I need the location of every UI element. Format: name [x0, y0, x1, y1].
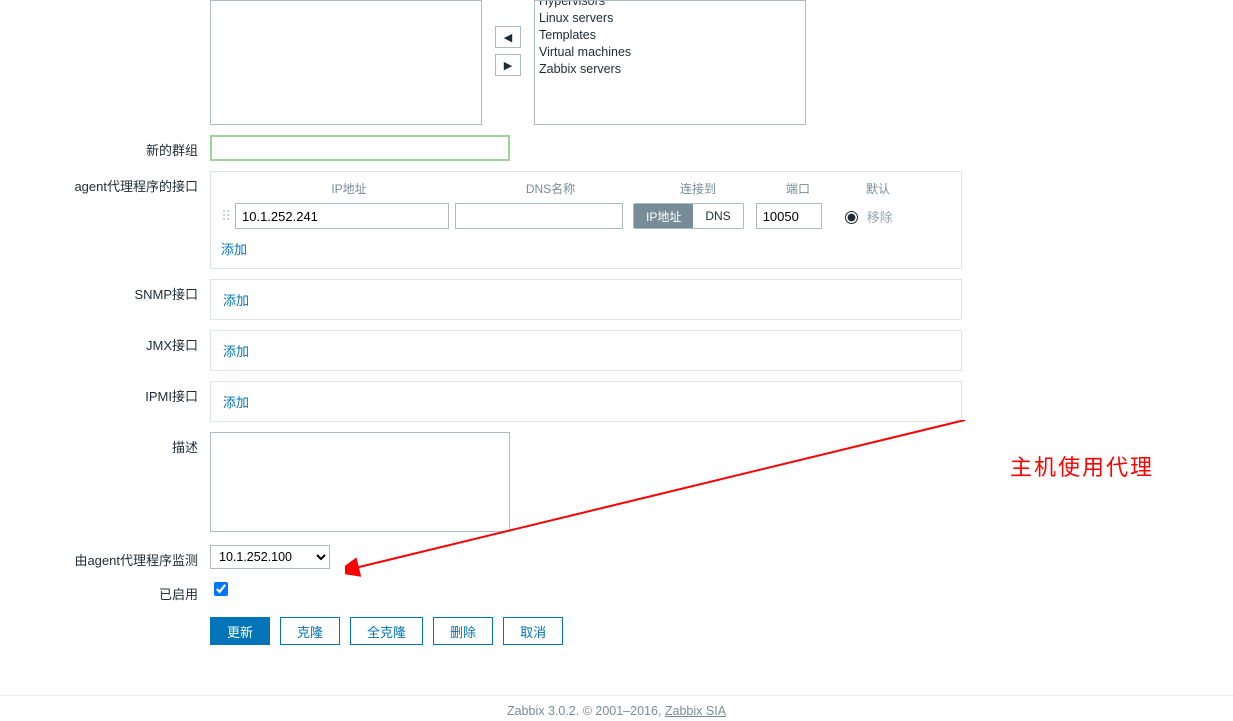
iface-header-conn: 连接到	[638, 180, 758, 197]
footer: Zabbix 3.0.2. © 2001–2016, Zabbix SIA	[0, 695, 1233, 718]
ipmi-interface-add-link[interactable]: 添加	[223, 395, 249, 410]
interface-ip-input[interactable]	[235, 203, 449, 229]
iface-header-port: 端口	[758, 180, 838, 197]
cancel-button[interactable]: 取消	[503, 617, 563, 645]
list-item[interactable]: Virtual machines	[539, 44, 801, 61]
agent-interfaces-label: agent代理程序的接口	[0, 171, 210, 195]
move-left-button[interactable]: ◀	[495, 26, 521, 48]
footer-text: Zabbix 3.0.2. © 2001–2016,	[507, 704, 665, 718]
snmp-interfaces-label: SNMP接口	[0, 279, 210, 303]
groups-label	[0, 0, 210, 5]
interface-remove-link[interactable]: 移除	[867, 207, 893, 226]
jmx-interface-add-link[interactable]: 添加	[223, 344, 249, 359]
action-button-row: 更新 克隆 全克隆 删除 取消	[210, 617, 1233, 645]
description-label: 描述	[0, 432, 210, 456]
enabled-checkbox[interactable]	[214, 582, 228, 596]
new-group-input[interactable]	[210, 135, 510, 161]
new-group-label: 新的群组	[0, 135, 210, 159]
groups-other-listbox[interactable]: Hypervisors Linux servers Templates Virt…	[534, 0, 806, 125]
interface-dns-input[interactable]	[455, 203, 623, 229]
delete-button[interactable]: 删除	[433, 617, 493, 645]
ipmi-interfaces-box: 添加	[210, 381, 962, 422]
proxy-select[interactable]: 10.1.252.100	[210, 545, 330, 569]
interface-port-input[interactable]	[756, 203, 822, 229]
list-item[interactable]: Templates	[539, 27, 801, 44]
agent-interface-add-link[interactable]: 添加	[221, 242, 247, 257]
monitored-by-proxy-label: 由agent代理程序监测	[0, 545, 210, 569]
interface-header-row: IP地址 DNS名称 连接到 端口 默认	[221, 180, 951, 197]
agent-interfaces-box: IP地址 DNS名称 连接到 端口 默认 ⠿ IP地址 DNS 移除	[210, 171, 962, 269]
annotation-text: 主机使用代理	[1010, 450, 1154, 482]
move-right-button[interactable]: ▶	[495, 54, 521, 76]
ipmi-interfaces-label: IPMI接口	[0, 381, 210, 405]
iface-header-ip: IP地址	[235, 180, 463, 197]
connect-to-dns-button[interactable]: DNS	[693, 204, 742, 228]
footer-zabbix-link[interactable]: Zabbix SIA	[665, 704, 726, 718]
drag-handle-icon[interactable]: ⠿	[221, 208, 235, 225]
connect-to-toggle: IP地址 DNS	[633, 203, 744, 229]
full-clone-button[interactable]: 全克隆	[350, 617, 423, 645]
update-button[interactable]: 更新	[210, 617, 270, 645]
iface-header-def: 默认	[838, 180, 918, 197]
list-item[interactable]: Hypervisors	[539, 0, 801, 10]
enabled-label: 已启用	[0, 579, 210, 603]
snmp-interfaces-box: 添加	[210, 279, 962, 320]
jmx-interfaces-label: JMX接口	[0, 330, 210, 354]
clone-button[interactable]: 克隆	[280, 617, 340, 645]
description-textarea[interactable]	[210, 432, 510, 532]
iface-header-dns: DNS名称	[463, 180, 638, 197]
list-item[interactable]: Linux servers	[539, 10, 801, 27]
snmp-interface-add-link[interactable]: 添加	[223, 293, 249, 308]
triangle-right-icon: ▶	[504, 59, 512, 72]
jmx-interfaces-box: 添加	[210, 330, 962, 371]
interface-default-radio[interactable]	[845, 211, 858, 224]
groups-in-listbox[interactable]	[210, 0, 482, 125]
triangle-left-icon: ◀	[504, 31, 512, 44]
list-item[interactable]: Zabbix servers	[539, 61, 801, 78]
agent-interface-row: ⠿ IP地址 DNS 移除	[221, 203, 951, 229]
connect-to-ip-button[interactable]: IP地址	[634, 204, 693, 228]
